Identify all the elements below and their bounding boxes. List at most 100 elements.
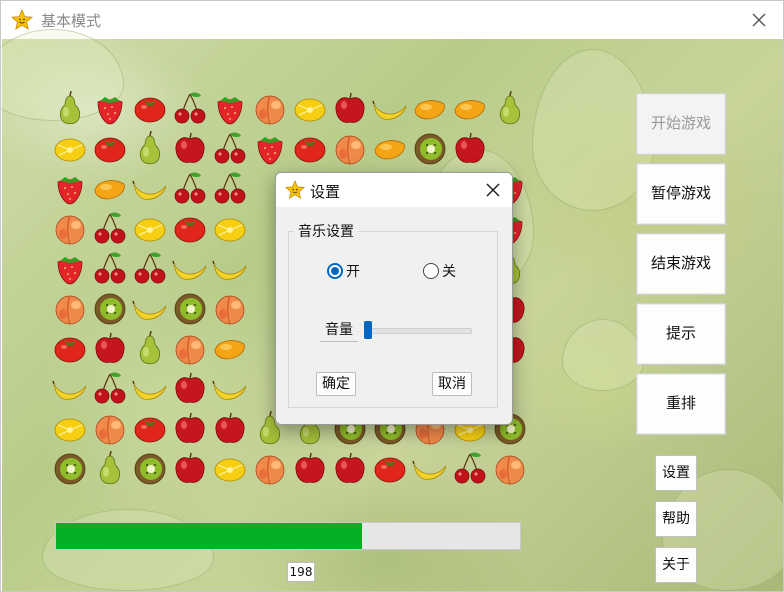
pear-tile[interactable] bbox=[50, 88, 90, 128]
cherry-tile[interactable] bbox=[450, 448, 490, 488]
strawberry-icon bbox=[57, 177, 83, 205]
volume-slider-track[interactable] bbox=[364, 328, 472, 334]
close-icon[interactable] bbox=[484, 181, 502, 199]
banana-tile[interactable] bbox=[130, 368, 170, 408]
volume-slider-thumb[interactable] bbox=[364, 321, 372, 339]
apple-tile[interactable] bbox=[170, 448, 210, 488]
apple-tile[interactable] bbox=[330, 88, 370, 128]
kiwi-tile[interactable] bbox=[90, 288, 130, 328]
star-smiley-icon bbox=[11, 9, 33, 30]
kiwi-tile[interactable] bbox=[130, 448, 170, 488]
lemon-tile[interactable] bbox=[130, 208, 170, 248]
mango-tile[interactable] bbox=[210, 328, 250, 368]
mango-tile[interactable] bbox=[450, 88, 490, 128]
pause-game-button[interactable]: 暂停游戏 bbox=[636, 163, 726, 225]
cherry-tile[interactable] bbox=[170, 88, 210, 128]
banana-tile[interactable] bbox=[50, 368, 90, 408]
about-button[interactable]: 关于 bbox=[655, 547, 697, 583]
strawberry-tile[interactable] bbox=[50, 168, 90, 208]
apple-tile[interactable] bbox=[170, 368, 210, 408]
apple-tile[interactable] bbox=[170, 128, 210, 168]
ok-button[interactable]: 确定 bbox=[316, 372, 356, 396]
pear-icon bbox=[139, 330, 161, 365]
pear-tile[interactable] bbox=[90, 448, 130, 488]
music-on-radio[interactable] bbox=[327, 263, 343, 279]
peach-icon bbox=[175, 335, 205, 365]
time-counter: 198 bbox=[287, 562, 315, 582]
cherry-tile[interactable] bbox=[210, 128, 250, 168]
peach-tile[interactable] bbox=[250, 448, 290, 488]
tomato-tile[interactable] bbox=[370, 448, 410, 488]
apple-tile[interactable] bbox=[210, 408, 250, 448]
strawberry-tile[interactable] bbox=[50, 248, 90, 288]
peach-tile[interactable] bbox=[210, 288, 250, 328]
banana-tile[interactable] bbox=[370, 88, 410, 128]
peach-tile[interactable] bbox=[50, 208, 90, 248]
cherry-tile[interactable] bbox=[210, 168, 250, 208]
cherry-tile[interactable] bbox=[90, 368, 130, 408]
cherry-tile[interactable] bbox=[90, 208, 130, 248]
strawberry-tile[interactable] bbox=[250, 128, 290, 168]
apple-tile[interactable] bbox=[90, 328, 130, 368]
banana-icon bbox=[172, 260, 207, 280]
apple-tile[interactable] bbox=[290, 448, 330, 488]
peach-tile[interactable] bbox=[170, 328, 210, 368]
start-game-button[interactable]: 开始游戏 bbox=[636, 93, 726, 155]
peach-icon bbox=[55, 215, 85, 245]
kiwi-tile[interactable] bbox=[170, 288, 210, 328]
pear-tile[interactable] bbox=[490, 88, 530, 128]
pear-tile[interactable] bbox=[130, 128, 170, 168]
tomato-tile[interactable] bbox=[130, 408, 170, 448]
lemon-tile[interactable] bbox=[210, 208, 250, 248]
mango-tile[interactable] bbox=[370, 128, 410, 168]
strawberry-tile[interactable] bbox=[90, 88, 130, 128]
banana-tile[interactable] bbox=[130, 168, 170, 208]
tomato-tile[interactable] bbox=[50, 328, 90, 368]
peach-tile[interactable] bbox=[50, 288, 90, 328]
kiwi-tile[interactable] bbox=[410, 128, 450, 168]
tomato-tile[interactable] bbox=[90, 128, 130, 168]
apple-tile[interactable] bbox=[450, 128, 490, 168]
kiwi-icon bbox=[414, 133, 446, 165]
lemon-tile[interactable] bbox=[50, 128, 90, 168]
peach-tile[interactable] bbox=[330, 128, 370, 168]
apple-tile[interactable] bbox=[330, 448, 370, 488]
reshuffle-button[interactable]: 重排 bbox=[636, 373, 726, 435]
banana-tile[interactable] bbox=[210, 368, 250, 408]
cherry-icon bbox=[134, 252, 166, 284]
peach-tile[interactable] bbox=[90, 408, 130, 448]
lemon-tile[interactable] bbox=[210, 448, 250, 488]
cherry-icon bbox=[94, 212, 126, 244]
hint-button[interactable]: 提示 bbox=[636, 303, 726, 365]
mango-tile[interactable] bbox=[90, 168, 130, 208]
kiwi-tile[interactable] bbox=[50, 448, 90, 488]
cancel-button[interactable]: 取消 bbox=[432, 372, 472, 396]
close-icon[interactable] bbox=[747, 9, 771, 31]
end-game-button[interactable]: 结束游戏 bbox=[636, 233, 726, 295]
lemon-tile[interactable] bbox=[50, 408, 90, 448]
banana-tile[interactable] bbox=[410, 448, 450, 488]
cherry-tile[interactable] bbox=[130, 248, 170, 288]
peach-tile[interactable] bbox=[490, 448, 530, 488]
music-off-radio[interactable] bbox=[423, 263, 439, 279]
banana-tile[interactable] bbox=[210, 248, 250, 288]
strawberry-tile[interactable] bbox=[210, 88, 250, 128]
banana-tile[interactable] bbox=[170, 248, 210, 288]
apple-tile[interactable] bbox=[170, 408, 210, 448]
lemon-tile[interactable] bbox=[290, 88, 330, 128]
cherry-tile[interactable] bbox=[90, 248, 130, 288]
settings-button[interactable]: 设置 bbox=[655, 455, 697, 491]
peach-tile[interactable] bbox=[250, 88, 290, 128]
pear-tile[interactable] bbox=[130, 328, 170, 368]
music-on-label: 开 bbox=[346, 264, 360, 280]
time-progress-bar bbox=[55, 522, 521, 550]
mango-tile[interactable] bbox=[410, 88, 450, 128]
tomato-tile[interactable] bbox=[170, 208, 210, 248]
kiwi-icon bbox=[174, 293, 206, 325]
tomato-tile[interactable] bbox=[290, 128, 330, 168]
mango-icon bbox=[374, 140, 405, 160]
help-button[interactable]: 帮助 bbox=[655, 501, 697, 537]
cherry-tile[interactable] bbox=[170, 168, 210, 208]
tomato-tile[interactable] bbox=[130, 88, 170, 128]
banana-tile[interactable] bbox=[130, 288, 170, 328]
